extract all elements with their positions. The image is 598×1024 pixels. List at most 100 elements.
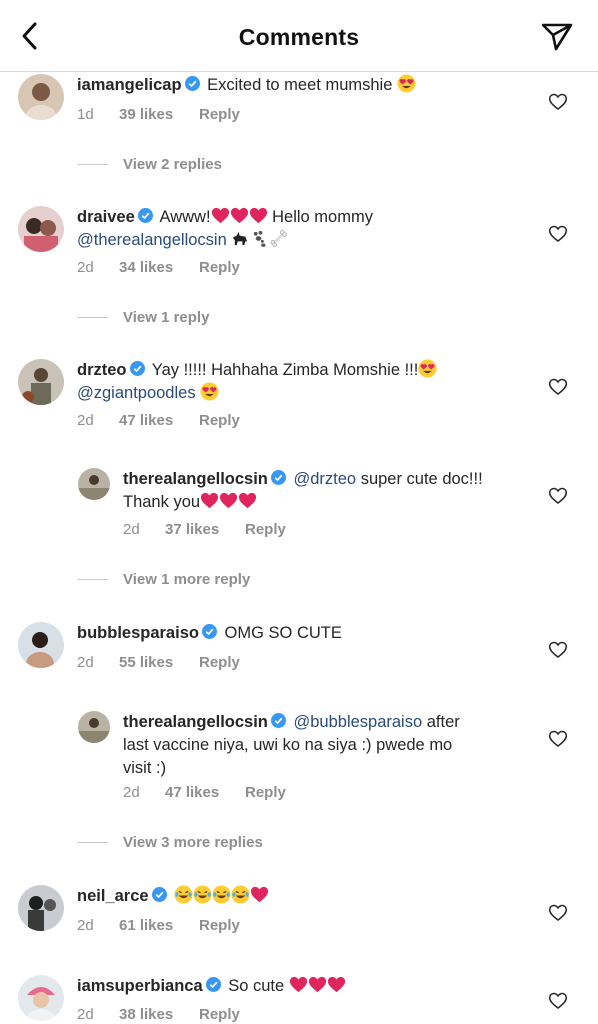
comment-text: iamsuperbianca So cute xyxy=(77,975,517,998)
verified-badge-icon xyxy=(184,76,200,91)
comment-username[interactable]: therealangellocsin xyxy=(123,713,268,731)
avatar[interactable] xyxy=(18,206,64,252)
heart-eyes-emoji-icon xyxy=(397,74,416,93)
page-title: Comments xyxy=(238,24,360,50)
view-replies-button[interactable]: View 3 more replies xyxy=(78,834,263,851)
comment-text: therealangellocsin @drzteo super cute do… xyxy=(123,470,483,511)
likes-count[interactable]: 47 likes xyxy=(165,784,245,801)
reply-button[interactable]: Reply xyxy=(199,259,240,276)
avatar[interactable] xyxy=(18,885,64,931)
header-bar: Comments xyxy=(0,0,598,72)
like-heart-icon[interactable] xyxy=(548,903,568,923)
red-heart-emoji-icon xyxy=(230,207,248,224)
comment-time: 2d xyxy=(123,784,140,801)
view-replies-button[interactable]: View 1 more reply xyxy=(78,571,250,588)
comment-meta: 2d 37 likes Reply xyxy=(123,521,286,538)
red-heart-emoji-icon xyxy=(327,976,345,993)
verified-badge-icon xyxy=(129,361,145,376)
comment-time: 2d xyxy=(77,654,94,671)
like-heart-icon[interactable] xyxy=(548,92,568,112)
avatar[interactable] xyxy=(18,622,64,668)
comment-meta: 2d 47 likes Reply xyxy=(77,412,240,429)
verified-badge-icon xyxy=(151,887,167,902)
red-heart-emoji-icon xyxy=(308,976,326,993)
comment-username[interactable]: iamangelicap xyxy=(77,76,182,94)
likes-count[interactable]: 38 likes xyxy=(119,1006,199,1023)
reply-button[interactable]: Reply xyxy=(245,784,286,801)
divider-line xyxy=(78,579,108,580)
like-heart-icon[interactable] xyxy=(548,991,568,1011)
dog-emoji-icon xyxy=(233,231,248,246)
view-replies-button[interactable]: View 2 replies xyxy=(78,156,222,173)
comment-time: 2d xyxy=(77,259,94,276)
red-heart-emoji-icon xyxy=(251,886,269,903)
divider-line xyxy=(78,317,108,318)
paper-plane-icon xyxy=(541,23,573,51)
like-heart-icon[interactable] xyxy=(548,640,568,660)
laughing-tears-emoji-icon xyxy=(174,885,193,904)
red-heart-emoji-icon xyxy=(219,492,238,509)
avatar[interactable] xyxy=(18,975,64,1021)
comment-text: drzteo Yay !!!!! Hahhaha Zimba Momshie !… xyxy=(77,359,517,405)
reply-button[interactable]: Reply xyxy=(199,412,240,429)
likes-count[interactable]: 37 likes xyxy=(165,521,245,538)
laughing-tears-emoji-icon xyxy=(231,885,250,904)
view-replies-button[interactable]: View 1 reply xyxy=(78,309,209,326)
comment-meta: 2d 61 likes Reply xyxy=(77,917,240,934)
avatar[interactable] xyxy=(78,711,110,743)
likes-count[interactable]: 34 likes xyxy=(119,259,199,276)
comment-time: 2d xyxy=(77,1006,94,1023)
heart-eyes-emoji-icon xyxy=(418,359,437,378)
like-heart-icon[interactable] xyxy=(548,377,568,397)
red-heart-emoji-icon xyxy=(211,207,229,224)
comment-text: therealangellocsin @bubblesparaiso after… xyxy=(123,713,460,777)
heart-eyes-emoji-icon xyxy=(200,382,219,401)
reply-button[interactable]: Reply xyxy=(245,521,286,538)
comment-username[interactable]: draivee xyxy=(77,208,135,226)
like-heart-icon[interactable] xyxy=(548,486,568,506)
avatar[interactable] xyxy=(78,468,110,500)
comment-meta: 2d 34 likes Reply xyxy=(77,259,240,276)
avatar[interactable] xyxy=(18,359,64,405)
reply-button[interactable]: Reply xyxy=(199,106,240,123)
like-heart-icon[interactable] xyxy=(548,224,568,244)
comment-text: iamangelicap Excited to meet mumshie xyxy=(77,74,517,97)
comment-meta: 2d 55 likes Reply xyxy=(77,654,240,671)
share-button[interactable] xyxy=(540,20,574,54)
verified-badge-icon xyxy=(201,624,217,639)
divider-line xyxy=(78,164,108,165)
laughing-tears-emoji-icon xyxy=(193,885,212,904)
comment-time: 1d xyxy=(77,106,94,123)
laughing-tears-emoji-icon xyxy=(212,885,231,904)
comment-time: 2d xyxy=(77,917,94,934)
comment-username[interactable]: drzteo xyxy=(77,361,127,379)
divider-line xyxy=(78,842,108,843)
bone-emoji-icon xyxy=(270,230,288,247)
mention-link[interactable]: @zgiantpoodles xyxy=(77,384,196,402)
comment-time: 2d xyxy=(77,412,94,429)
mention-link[interactable]: @drzteo xyxy=(293,470,356,488)
reply-button[interactable]: Reply xyxy=(199,654,240,671)
likes-count[interactable]: 47 likes xyxy=(119,412,199,429)
reply-button[interactable]: Reply xyxy=(199,917,240,934)
likes-count[interactable]: 61 likes xyxy=(119,917,199,934)
comment-time: 2d xyxy=(123,521,140,538)
verified-badge-icon xyxy=(205,977,221,992)
comment-username[interactable]: therealangellocsin xyxy=(123,470,268,488)
red-heart-emoji-icon xyxy=(289,976,307,993)
comment-username[interactable]: bubblesparaiso xyxy=(77,624,199,642)
like-heart-icon[interactable] xyxy=(548,729,568,749)
mention-link[interactable]: @bubblesparaiso xyxy=(293,713,422,731)
comment-username[interactable]: iamsuperbianca xyxy=(77,977,203,995)
reply-button[interactable]: Reply xyxy=(199,1006,240,1023)
red-heart-emoji-icon xyxy=(249,207,267,224)
avatar[interactable] xyxy=(18,74,64,120)
comment-username[interactable]: neil_arce xyxy=(77,887,149,905)
comment-meta: 1d 39 likes Reply xyxy=(77,106,240,123)
likes-count[interactable]: 39 likes xyxy=(119,106,199,123)
likes-count[interactable]: 55 likes xyxy=(119,654,199,671)
red-heart-emoji-icon xyxy=(238,492,257,509)
comment-text: draivee Awww! Hello mommy @therealangell… xyxy=(77,207,373,249)
verified-badge-icon xyxy=(137,208,153,223)
mention-link[interactable]: @therealangellocsin xyxy=(77,231,227,249)
